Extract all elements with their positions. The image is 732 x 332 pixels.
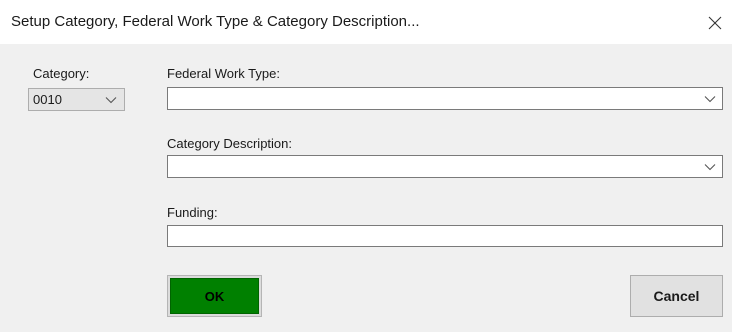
federal-work-type-dropdown[interactable] [167, 87, 723, 110]
title-bar: Setup Category, Federal Work Type & Cate… [0, 0, 732, 44]
federal-work-type-label: Federal Work Type: [167, 66, 280, 81]
close-icon [708, 16, 722, 30]
ok-button[interactable]: OK [167, 275, 262, 317]
funding-label: Funding: [167, 205, 218, 220]
category-description-dropdown[interactable] [167, 155, 723, 178]
category-description-label: Category Description: [167, 136, 292, 151]
chevron-down-icon [105, 97, 117, 104]
ok-button-label: OK [170, 278, 259, 314]
category-dropdown[interactable]: 0010 [28, 88, 125, 111]
chevron-down-icon [704, 96, 716, 103]
funding-input[interactable] [167, 225, 723, 247]
category-label: Category: [33, 66, 90, 81]
cancel-button[interactable]: Cancel [630, 275, 723, 317]
chevron-down-icon [704, 164, 716, 171]
setup-category-dialog: Setup Category, Federal Work Type & Cate… [0, 0, 732, 332]
close-button[interactable] [704, 12, 726, 34]
window-title: Setup Category, Federal Work Type & Cate… [11, 13, 420, 30]
category-selected-value: 0010 [33, 92, 62, 107]
